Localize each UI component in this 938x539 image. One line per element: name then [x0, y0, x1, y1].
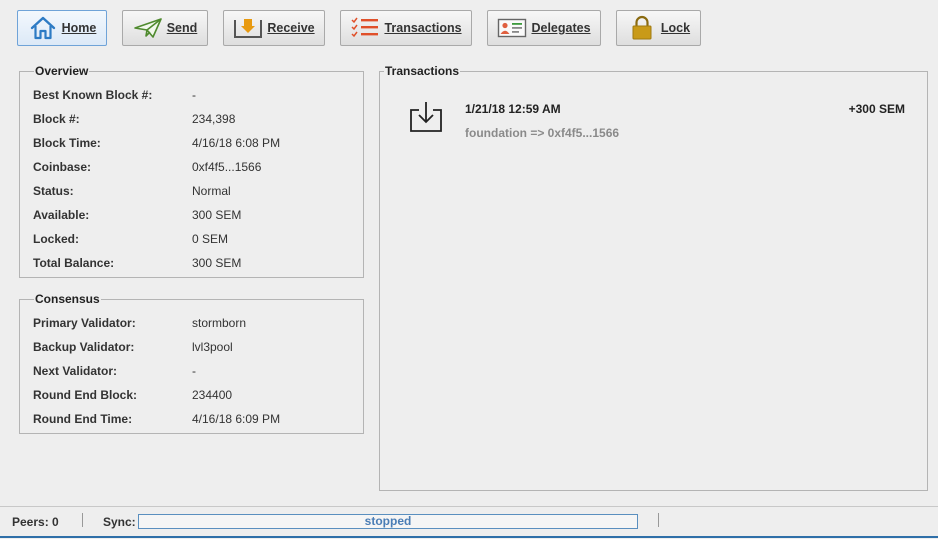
inbox-download-icon — [408, 100, 444, 137]
field-value: - — [192, 88, 196, 102]
transaction-amount: +300 SEM — [848, 102, 905, 116]
transactions-button[interactable]: Transactions — [340, 10, 472, 46]
home-button[interactable]: Home — [17, 10, 107, 46]
field-label: Best Known Block #: — [33, 88, 153, 102]
home-button-label: Home — [61, 21, 97, 35]
field-value: 0 SEM — [192, 232, 229, 246]
home-icon — [28, 15, 58, 41]
lock-button[interactable]: Lock — [616, 10, 701, 46]
sync-label: Sync: — [103, 515, 136, 529]
receive-button-label: Receive — [267, 21, 315, 35]
field-label: Round End Time: — [33, 412, 133, 426]
transaction-description: foundation => 0xf4f5...1566 — [465, 126, 620, 140]
field-value: stormborn — [192, 316, 247, 330]
field-label: Locked: — [33, 232, 80, 246]
status-divider — [658, 513, 659, 527]
padlock-icon — [627, 15, 657, 41]
field-value: 300 SEM — [192, 256, 242, 270]
status-divider — [82, 513, 83, 527]
paper-plane-icon — [133, 15, 163, 41]
receive-button[interactable]: Receive — [223, 10, 325, 46]
id-card-icon — [497, 15, 527, 41]
send-button-label: Send — [166, 21, 198, 35]
field-value: - — [192, 364, 196, 378]
field-label: Total Balance: — [33, 256, 115, 270]
field-value: 300 SEM — [192, 208, 242, 222]
field-label: Next Validator: — [33, 364, 118, 378]
field-value: lvl3pool — [192, 340, 233, 354]
transactions-panel: Transactions 1/21/18 12:59 AM +300 SEM f… — [379, 64, 928, 491]
checklist-icon — [350, 15, 380, 41]
send-button[interactable]: Send — [122, 10, 208, 46]
field-value: 234,398 — [192, 112, 236, 126]
field-label: Block Time: — [33, 136, 101, 150]
transactions-title: Transactions — [385, 64, 460, 78]
field-value: 4/16/18 6:08 PM — [192, 136, 281, 150]
peers-count: Peers: 0 — [12, 515, 59, 529]
transaction-date: 1/21/18 12:59 AM — [465, 102, 561, 116]
field-label: Status: — [33, 184, 74, 198]
field-label: Block #: — [33, 112, 80, 126]
field-value: 4/16/18 6:09 PM — [192, 412, 281, 426]
field-value: 0xf4f5...1566 — [192, 160, 262, 174]
lock-button-label: Lock — [660, 21, 691, 35]
field-label: Coinbase: — [33, 160, 92, 174]
sync-progress-bar: stopped — [138, 514, 638, 529]
delegates-button[interactable]: Delegates — [487, 10, 601, 46]
field-value: Normal — [192, 184, 231, 198]
status-bar: Peers: 0 Sync: stopped — [0, 506, 938, 539]
field-label: Backup Validator: — [33, 340, 135, 354]
consensus-panel: Consensus Primary Validator: stormborn B… — [19, 292, 364, 434]
consensus-title: Consensus — [35, 292, 100, 306]
overview-panel: Overview Best Known Block #: - Block #: … — [19, 64, 364, 278]
transaction-item[interactable]: 1/21/18 12:59 AM +300 SEM foundation => … — [380, 78, 927, 148]
delegates-button-label: Delegates — [531, 21, 591, 35]
sync-status-text: stopped — [364, 514, 412, 528]
field-label: Round End Block: — [33, 388, 137, 402]
receive-tray-icon — [233, 15, 263, 41]
transactions-button-label: Transactions — [384, 21, 462, 35]
field-label: Primary Validator: — [33, 316, 136, 330]
overview-title: Overview — [35, 64, 89, 78]
field-label: Available: — [33, 208, 90, 222]
toolbar: Home Send Receive Transactions Delegates… — [0, 0, 938, 60]
field-value: 234400 — [192, 388, 233, 402]
